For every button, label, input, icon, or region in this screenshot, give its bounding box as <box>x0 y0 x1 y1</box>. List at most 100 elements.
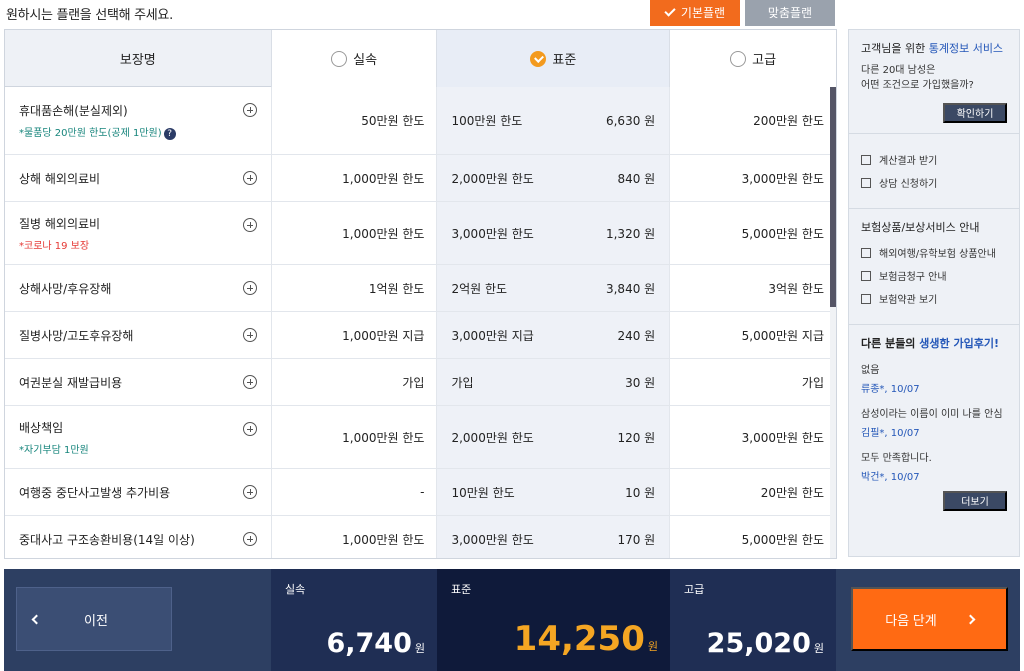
basic-value: 1,000만원 한도 <box>271 155 438 201</box>
premium-value: 3억원 한도 <box>670 265 836 311</box>
bag-icon <box>861 247 871 258</box>
basic-value: 1,000만원 지급 <box>271 312 438 358</box>
table-body[interactable]: 휴대품손해(분실제외) *물품당 20만원 한도(공제 1만원)? 50만원 한도… <box>5 87 836 558</box>
review-author: 박건*, 10/07 <box>861 472 920 483</box>
utility-links: 계산결과 받기상담 신청하기 <box>849 134 1019 209</box>
standard-price: 3,840 원 <box>605 281 656 296</box>
review-section: 다른 분들의 생생한 가입후기! 없음 류종*, 10/07 삼성이라는 이름이 이… <box>849 325 1019 521</box>
radio-icon[interactable] <box>730 50 747 67</box>
coverage-name: 휴대품손해(분실제외) <box>19 103 128 118</box>
standard-value: 2,000만원 한도 <box>451 430 534 445</box>
coverage-name-cell: 배상책임 *자기부담 1만원 <box>5 406 272 468</box>
expand-plus-icon[interactable] <box>242 532 257 546</box>
expand-plus-icon[interactable] <box>242 328 257 342</box>
side-link[interactable]: 보험약관 보기 <box>861 291 1007 306</box>
standard-value-cell: 2억원 한도 3,840 원 <box>437 265 671 311</box>
standard-price: 120 원 <box>617 430 656 445</box>
basic-value: 1억원 한도 <box>271 265 438 311</box>
radio-icon[interactable] <box>331 50 348 67</box>
review-comment: 모두 만족합니다. <box>861 453 932 464</box>
review-comment: 없음 <box>861 365 880 376</box>
standard-value: 2,000만원 한도 <box>451 171 534 186</box>
premium-value: 3,000만원 한도 <box>670 406 836 468</box>
standard-value: 3,000만원 한도 <box>451 226 534 241</box>
standard-value: 100만원 한도 <box>451 114 523 128</box>
expand-plus-icon[interactable] <box>242 485 257 499</box>
side-link[interactable]: 해외여행/유학보험 상품안내 <box>861 245 1007 260</box>
standard-value-cell: 2,000만원 한도 120 원 <box>437 406 671 468</box>
expand-plus-icon[interactable] <box>242 171 257 185</box>
expand-plus-icon[interactable] <box>242 375 257 389</box>
table-header: 보장명 실속 표준 고급 <box>5 30 836 87</box>
radio-checked-icon[interactable] <box>530 50 547 67</box>
help-icon[interactable]: ? <box>163 127 176 140</box>
coverage-note: *자기부담 1만원 <box>19 444 89 456</box>
expand-plus-icon[interactable] <box>242 422 257 436</box>
expand-plus-icon[interactable] <box>242 281 257 295</box>
basic-value: 1,000만원 한도 <box>271 202 438 264</box>
side-link-label: 보험금청구 안내 <box>879 272 947 283</box>
total-standard: 표준 14,250 원 <box>437 569 670 671</box>
premium-value: 20만원 한도 <box>670 469 836 515</box>
side-link[interactable]: 상담 신청하기 <box>861 175 1007 190</box>
coverage-name-header: 보장명 <box>5 30 272 87</box>
plan-option-basic[interactable]: 실속 <box>271 30 438 87</box>
coverage-table: 보장명 실속 표준 고급 휴대품손해(분실제외) *물품당 20만원 한도(공제 … <box>4 29 837 559</box>
standard-value-cell: 10만원 한도 10 원 <box>437 469 671 515</box>
standard-value-cell: 가입 30 원 <box>437 359 671 405</box>
coverage-name: 중대사고 구조송환비용(14일 이상) <box>19 532 195 547</box>
total-basic: 실속 6,740 원 <box>271 569 437 671</box>
side-link[interactable]: 보험금청구 안내 <box>861 268 1007 283</box>
coverage-name-cell: 여권분실 재발급비용 <box>5 359 272 405</box>
side-link[interactable]: 계산결과 받기 <box>861 152 1007 167</box>
side-link-label: 해외여행/유학보험 상품안내 <box>879 249 996 260</box>
standard-price: 170 원 <box>617 532 656 547</box>
table-row: 상해사망/후유장해 1억원 한도 2억원 한도 3,840 원 3억원 한도 <box>5 265 836 312</box>
coverage-name-cell: 질병사망/고도후유장해 <box>5 312 272 358</box>
table-row: 질병사망/고도후유장해 1,000만원 지급 3,000만원 지급 240 원 5… <box>5 312 836 359</box>
plan-option-standard[interactable]: 표준 <box>437 30 671 87</box>
side-link-label: 보험약관 보기 <box>879 295 938 306</box>
basic-value: 50만원 한도 <box>271 87 438 154</box>
expand-plus-icon[interactable] <box>242 218 257 232</box>
stats-title: 고객님을 위한 통계정보 서비스 <box>861 42 1004 55</box>
confirm-button[interactable]: 확인하기 <box>943 103 1007 123</box>
basic-plan-button[interactable]: 기본플랜 <box>650 0 740 26</box>
standard-value: 3,000만원 한도 <box>451 532 534 547</box>
clipboard-icon <box>861 270 871 281</box>
table-row: 휴대품손해(분실제외) *물품당 20만원 한도(공제 1만원)? 50만원 한도… <box>5 87 836 155</box>
basic-plan-label: 기본플랜 <box>680 6 726 20</box>
table-scrollbar[interactable] <box>830 87 836 558</box>
coverage-name: 배상책임 <box>19 420 64 435</box>
plan-option-premium[interactable]: 고급 <box>670 30 836 87</box>
standard-price: 10 원 <box>625 485 656 500</box>
review-author: 류종*, 10/07 <box>861 384 920 395</box>
standard-value-cell: 2,000만원 한도 840 원 <box>437 155 671 201</box>
review-author: 김필*, 10/07 <box>861 428 920 439</box>
premium-value: 5,000만원 한도 <box>670 516 836 558</box>
standard-value-cell: 3,000만원 한도 170 원 <box>437 516 671 558</box>
standard-value-cell: 100만원 한도 6,630 원 <box>437 87 671 154</box>
page-instruction: 원하시는 플랜을 선택해 주세요. <box>6 8 173 23</box>
custom-plan-button[interactable]: 맞춤플랜 <box>745 0 835 26</box>
next-step-button[interactable]: 다음 단계 <box>851 587 1008 651</box>
coverage-name: 상해 해외의료비 <box>19 171 101 186</box>
standard-value: 3,000만원 지급 <box>451 328 534 343</box>
more-button[interactable]: 더보기 <box>943 491 1007 511</box>
basic-value: 가입 <box>271 359 438 405</box>
standard-price: 840 원 <box>617 171 656 186</box>
standard-value-cell: 3,000만원 지급 240 원 <box>437 312 671 358</box>
coverage-name-cell: 상해사망/후유장해 <box>5 265 272 311</box>
table-row: 배상책임 *자기부담 1만원 1,000만원 한도 2,000만원 한도 120 원… <box>5 406 836 469</box>
stats-link[interactable]: 통계정보 서비스 <box>929 42 1003 55</box>
prev-button[interactable]: 이전 <box>16 587 172 651</box>
table-row: 질병 해외의료비 *코로나 19 보장 1,000만원 한도 3,000만원 한도… <box>5 202 836 265</box>
expand-plus-icon[interactable] <box>242 103 257 117</box>
coverage-note: *코로나 19 보장 <box>19 240 90 252</box>
plan-label: 실속 <box>353 53 378 68</box>
standard-value: 10만원 한도 <box>451 485 515 500</box>
table-row: 상해 해외의료비 1,000만원 한도 2,000만원 한도 840 원 3,00… <box>5 155 836 202</box>
coverage-name-cell: 상해 해외의료비 <box>5 155 272 201</box>
scroll-thumb[interactable] <box>830 87 836 307</box>
total-premium: 고급 25,020 원 <box>670 569 836 671</box>
